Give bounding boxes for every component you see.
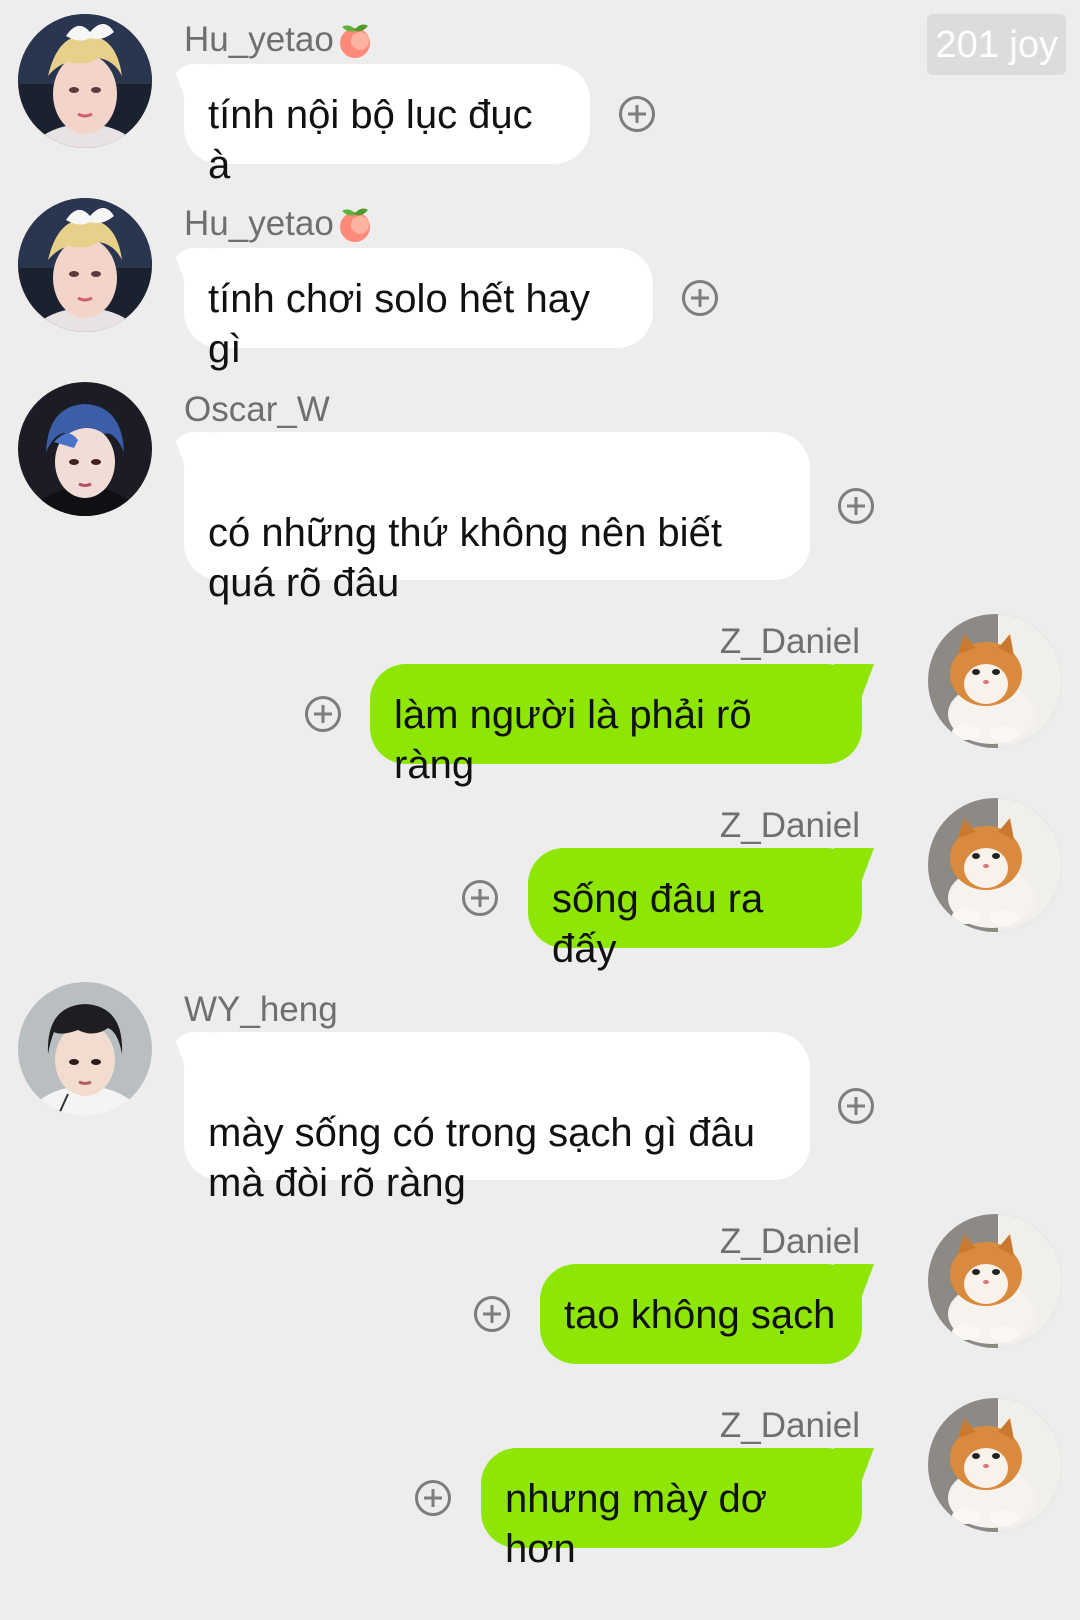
sender-avatar[interactable] [18,14,152,148]
sender-avatar[interactable] [928,614,1062,748]
message-bubble[interactable]: sống đâu ra đấy [528,848,862,971]
add-reaction-icon[interactable] [838,488,874,524]
sender-name: Z_Daniel [719,622,860,661]
add-reaction-icon[interactable] [305,696,341,732]
peach-icon [339,208,370,242]
add-reaction-icon[interactable] [619,96,655,132]
message-bubble[interactable]: làm người là phải rõ ràng [370,664,862,787]
message-bubble[interactable]: tính nội bộ lục đục à [184,64,590,187]
watermark: 201 joy [927,14,1066,75]
sender-avatar[interactable] [928,1398,1062,1532]
sender-avatar[interactable] [18,982,152,1116]
sender-name: Hu_yetao [184,204,374,244]
sender-avatar[interactable] [18,382,152,516]
message-bubble[interactable]: có những thứ không nên biết quá rõ đâu [184,432,810,605]
add-reaction-icon[interactable] [415,1480,451,1516]
peach-icon [339,24,370,58]
message-bubble[interactable]: mày sống có trong sạch gì đâu mà đòi rõ … [184,1032,810,1205]
message-bubble[interactable]: tính chơi solo hết hay gì [184,248,653,371]
sender-name: Oscar_W [184,390,330,429]
sender-name: Hu_yetao [184,20,374,60]
add-reaction-icon[interactable] [474,1296,510,1332]
add-reaction-icon[interactable] [838,1088,874,1124]
message-bubble[interactable]: tao không sạch [540,1264,862,1364]
sender-name: Z_Daniel [719,1406,860,1445]
add-reaction-icon[interactable] [682,280,718,316]
sender-name: Z_Daniel [719,806,860,845]
sender-avatar[interactable] [18,198,152,332]
sender-avatar[interactable] [928,798,1062,932]
sender-name: WY_heng [184,990,338,1029]
add-reaction-icon[interactable] [462,880,498,916]
message-bubble[interactable]: nhưng mày dơ hơn [481,1448,862,1571]
sender-avatar[interactable] [928,1214,1062,1348]
sender-name: Z_Daniel [719,1222,860,1261]
